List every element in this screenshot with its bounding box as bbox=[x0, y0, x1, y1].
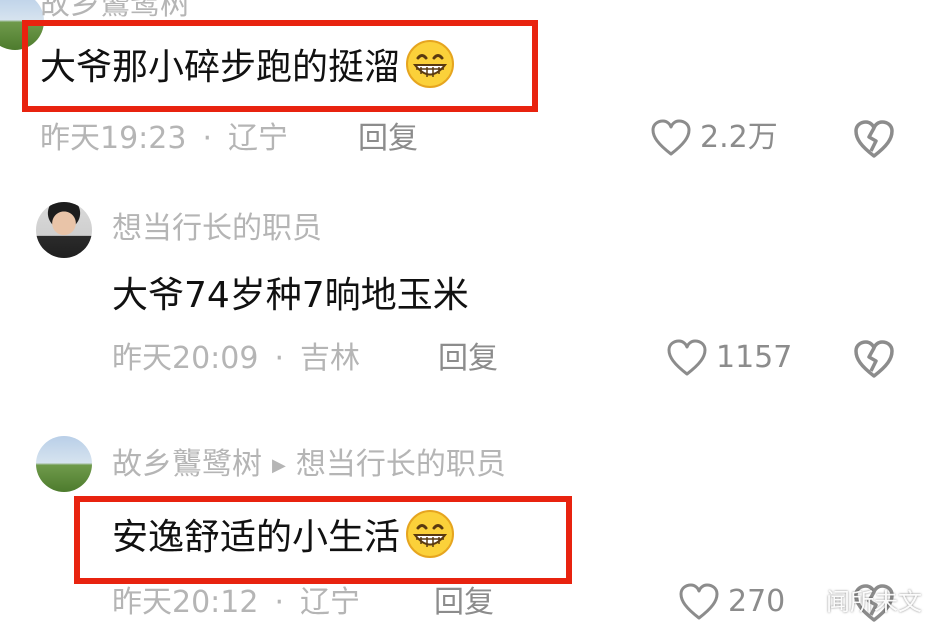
watermark: 闻所未文 bbox=[826, 588, 922, 616]
comment-time: 昨天20:09 bbox=[112, 341, 259, 376]
reply-button[interactable]: 回复 bbox=[434, 588, 494, 618]
avatar[interactable] bbox=[36, 202, 92, 258]
comment-text-content: 大爷那小碎步跑的挺溜 bbox=[40, 47, 401, 88]
like-count: 2.2万 bbox=[700, 120, 778, 155]
comment-username: 故乡鸗鹭树 ▶ 想当行长的职员 bbox=[112, 450, 506, 480]
comment-text: 安逸舒适的小生活 bbox=[112, 510, 456, 560]
comment-text: 大爷那小碎步跑的挺溜 bbox=[40, 40, 456, 90]
comment-meta: 昨天20:12 · 辽宁 bbox=[112, 588, 360, 618]
comment-text: 大爷74岁种7晌地玉米 bbox=[112, 275, 469, 316]
reply-button[interactable]: 回复 bbox=[358, 124, 418, 154]
comment-thread: 故乡鸗鹭树 大爷那小碎步跑的挺溜 昨天19:23 · 辽宁 回复 2.2万 想当行长… bbox=[0, 0, 932, 635]
meta-separator: · bbox=[274, 585, 285, 620]
broken-heart-icon[interactable] bbox=[852, 118, 896, 160]
heart-icon bbox=[679, 583, 719, 620]
reply-arrow-icon: ▶ bbox=[272, 454, 286, 476]
comment-location: 辽宁 bbox=[300, 585, 361, 620]
comment-meta: 昨天19:23 · 辽宁 bbox=[40, 124, 288, 154]
meta-separator: · bbox=[274, 341, 285, 376]
reply-target[interactable]: 想当行长的职员 bbox=[296, 447, 506, 482]
grinning-face-icon bbox=[406, 510, 455, 558]
meta-separator: · bbox=[202, 121, 213, 156]
comment-meta: 昨天20:09 · 吉林 bbox=[112, 344, 360, 374]
reply-button[interactable]: 回复 bbox=[438, 344, 498, 374]
like-button[interactable]: 270 bbox=[678, 582, 785, 622]
heart-icon bbox=[667, 339, 707, 376]
comment-location: 吉林 bbox=[300, 341, 361, 376]
comment-username[interactable]: 想当行长的职员 bbox=[112, 214, 322, 244]
comment-time: 昨天20:12 bbox=[112, 585, 259, 620]
broken-heart-icon[interactable] bbox=[852, 338, 896, 380]
comment-location: 辽宁 bbox=[228, 121, 289, 156]
heart-icon bbox=[651, 119, 691, 156]
like-count: 1157 bbox=[716, 340, 793, 375]
grinning-face-icon bbox=[406, 40, 455, 88]
like-count: 270 bbox=[728, 584, 786, 619]
comment-username[interactable]: 故乡鸗鹭树 bbox=[40, 0, 190, 20]
like-button[interactable]: 1157 bbox=[666, 338, 792, 378]
like-button[interactable]: 2.2万 bbox=[650, 118, 778, 158]
comment-text-content: 安逸舒适的小生活 bbox=[112, 517, 401, 558]
avatar[interactable] bbox=[36, 436, 92, 492]
reply-author[interactable]: 故乡鸗鹭树 bbox=[112, 447, 262, 482]
comment-time: 昨天19:23 bbox=[40, 121, 187, 156]
